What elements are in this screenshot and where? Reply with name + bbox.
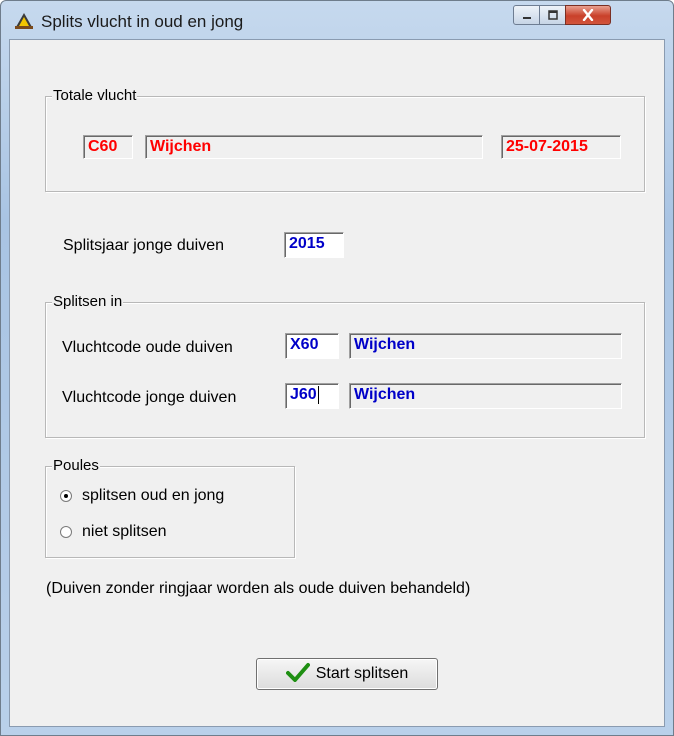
oude-duiven-name-field: Wijchen	[349, 333, 622, 359]
maximize-button[interactable]	[539, 5, 566, 25]
minimize-icon	[514, 6, 539, 24]
totale-vlucht-group: Totale vlucht C60 Wijchen 25-07-2015	[45, 87, 645, 192]
jonge-duiven-code-input[interactable]: J60	[285, 383, 339, 409]
radio-splitsen-oud-en-jong[interactable]: splitsen oud en jong	[60, 486, 280, 506]
splitsen-in-group: Splitsen in Vluchtcode oude duiven X60 W…	[45, 293, 645, 438]
ringjaar-note: (Duiven zonder ringjaar worden als oude …	[46, 580, 471, 597]
window-title: Splits vlucht in oud en jong	[41, 12, 244, 31]
radio-niet-splitsen[interactable]: niet splitsen	[60, 522, 280, 542]
minimize-button[interactable]	[513, 5, 540, 25]
close-icon	[566, 6, 610, 24]
poules-legend: Poules	[52, 457, 100, 475]
jonge-duiven-label: Vluchtcode jonge duiven	[62, 389, 237, 406]
totale-vlucht-legend: Totale vlucht	[52, 87, 138, 105]
title-bar[interactable]: Splits vlucht in oud en jong	[1, 1, 673, 39]
radio-button-selected[interactable]	[60, 490, 72, 502]
jonge-duiven-code-text: J60	[290, 386, 317, 403]
totale-vlucht-name-field: Wijchen	[145, 135, 483, 159]
splitsjaar-input[interactable]: 2015	[284, 232, 344, 258]
oude-duiven-label: Vluchtcode oude duiven	[62, 339, 233, 356]
jonge-duiven-name-field: Wijchen	[349, 383, 622, 409]
totale-vlucht-code-field: C60	[83, 135, 133, 159]
text-caret	[317, 385, 319, 404]
close-button[interactable]	[565, 5, 611, 25]
totale-vlucht-date-field: 25-07-2015	[501, 135, 621, 159]
oude-duiven-code-input[interactable]: X60	[285, 333, 339, 359]
dialog-window: Splits vlucht in oud en jong Totale vluc…	[0, 0, 674, 736]
splitsen-in-legend: Splitsen in	[52, 293, 124, 311]
radio-label-splitsen: splitsen oud en jong	[82, 487, 225, 504]
radio-label-niet-splitsen: niet splitsen	[82, 523, 167, 540]
start-splitsen-button[interactable]: Start splitsen	[256, 658, 438, 690]
splitsjaar-label: Splitsjaar jonge duiven	[63, 237, 224, 254]
checkmark-icon	[285, 662, 310, 687]
start-splitsen-label: Start splitsen	[315, 665, 409, 682]
poules-group: Poules splitsen oud en jong niet splitse…	[45, 457, 295, 558]
radio-button[interactable]	[60, 526, 72, 538]
dialog-client-area: Totale vlucht C60 Wijchen 25-07-2015 Spl…	[9, 39, 665, 727]
maximize-icon	[540, 6, 565, 24]
app-icon	[13, 9, 35, 31]
